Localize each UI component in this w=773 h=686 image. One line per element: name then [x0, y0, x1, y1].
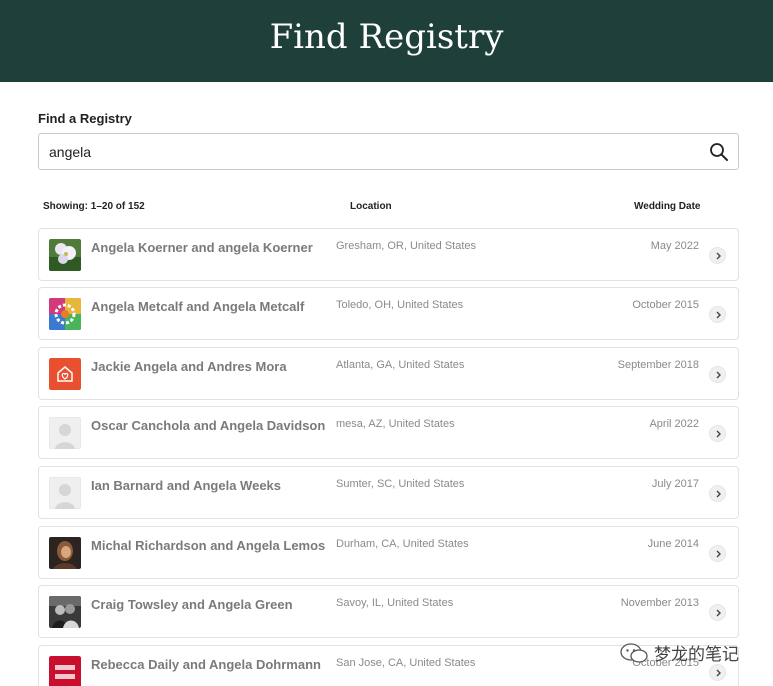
couple-name: Oscar Canchola and Angela Davidson [91, 418, 326, 433]
flower-photo-icon [49, 239, 81, 271]
chevron-right-icon[interactable] [709, 485, 726, 502]
list-item[interactable]: Jackie Angela and Andres Mora Atlanta, G… [38, 347, 739, 400]
chevron-right-icon[interactable] [709, 664, 726, 681]
watermark: 梦龙的笔记 [620, 640, 739, 665]
couple-photo-icon [49, 537, 81, 569]
list-item[interactable]: Oscar Canchola and Angela Davidson mesa,… [38, 406, 739, 459]
bw-couple-photo-icon [49, 596, 81, 628]
registry-location: mesa, AZ, United States [336, 418, 455, 430]
registry-location: Gresham, OR, United States [336, 240, 476, 252]
house-heart-icon [49, 358, 81, 390]
avatar [49, 417, 81, 449]
watermark-text: 梦龙的笔记 [654, 645, 739, 665]
wedding-date: September 2018 [617, 359, 699, 371]
list-item[interactable]: Craig Towsley and Angela Green Savoy, IL… [38, 585, 739, 638]
registry-location: Toledo, OH, United States [336, 299, 464, 311]
search-input[interactable] [39, 134, 699, 169]
list-item[interactable]: Angela Metcalf and Angela Metcalf Toledo… [38, 287, 739, 340]
chevron-right-icon[interactable] [709, 545, 726, 562]
registry-location: Atlanta, GA, United States [336, 359, 465, 371]
couple-name: Rebecca Daily and Angela Dohrmann [91, 657, 321, 672]
avatar [49, 239, 81, 271]
wedding-date: April 2022 [649, 418, 699, 430]
couple-name: Angela Koerner and angela Koerner [91, 240, 313, 255]
list-item[interactable]: Ian Barnard and Angela Weeks Sumter, SC,… [38, 466, 739, 519]
wedding-date: November 2013 [620, 597, 699, 609]
find-registry-label: Find a Registry [38, 111, 132, 126]
avatar [49, 596, 81, 628]
couple-name: Craig Towsley and Angela Green [91, 597, 293, 612]
results-count: Showing: 1–20 of 152 [43, 201, 145, 212]
equality-sign-icon [49, 656, 81, 686]
page-header: Find Registry [0, 0, 773, 82]
wechat-icon [620, 642, 648, 663]
avatar [49, 358, 81, 390]
default-person-icon [49, 477, 81, 509]
wedding-date-column-header: Wedding Date [634, 201, 701, 212]
avatar [49, 298, 81, 330]
registry-location: Savoy, IL, United States [336, 597, 454, 609]
couple-name: Jackie Angela and Andres Mora [91, 359, 287, 374]
couple-name: Ian Barnard and Angela Weeks [91, 478, 282, 493]
search-icon[interactable] [709, 142, 729, 162]
couple-name: Angela Metcalf and Angela Metcalf [91, 299, 305, 314]
list-item[interactable]: Angela Koerner and angela Koerner Gresha… [38, 228, 739, 281]
page-title: Find Registry [269, 17, 504, 57]
location-column-header: Location [350, 201, 392, 212]
colorful-pattern-icon [49, 298, 81, 330]
chevron-right-icon[interactable] [709, 366, 726, 383]
chevron-right-icon[interactable] [709, 247, 726, 264]
search-box [38, 133, 739, 170]
wedding-date: October 2015 [632, 299, 699, 311]
registry-location: San Jose, CA, United States [336, 657, 476, 669]
wedding-date: July 2017 [651, 478, 699, 490]
couple-name: Michal Richardson and Angela Lemos [91, 538, 326, 553]
registry-location: Sumter, SC, United States [336, 478, 465, 490]
chevron-right-icon[interactable] [709, 425, 726, 442]
avatar [49, 537, 81, 569]
chevron-right-icon[interactable] [709, 604, 726, 621]
default-person-icon [49, 417, 81, 449]
registry-location: Durham, CA, United States [336, 538, 469, 550]
avatar [49, 656, 81, 686]
list-item[interactable]: Michal Richardson and Angela Lemos Durha… [38, 526, 739, 579]
wedding-date: May 2022 [650, 240, 699, 252]
wedding-date: June 2014 [647, 538, 699, 550]
chevron-right-icon[interactable] [709, 306, 726, 323]
avatar [49, 477, 81, 509]
